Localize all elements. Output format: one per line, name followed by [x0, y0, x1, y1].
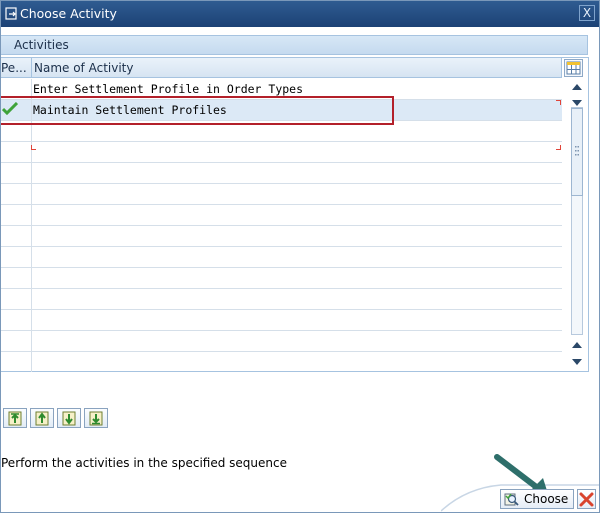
dialog-content: Activities Pe... Name of Activity Enter … — [1, 27, 599, 512]
scrollbar-thumb[interactable] — [571, 108, 583, 196]
vertical-scrollbar[interactable] — [567, 77, 587, 371]
move-up-button[interactable] — [30, 408, 54, 428]
row-status-cell[interactable] — [1, 205, 32, 225]
row-status-cell[interactable] — [1, 289, 32, 309]
move-up-icon — [35, 411, 49, 426]
move-first-icon — [8, 411, 22, 426]
table-row[interactable] — [1, 352, 562, 373]
scroll-up-arrow-icon[interactable] — [572, 83, 582, 91]
row-status-cell[interactable] — [1, 184, 32, 204]
table-row[interactable] — [1, 226, 562, 247]
column-header-status[interactable]: Pe... — [1, 58, 32, 78]
row-status-cell[interactable] — [1, 310, 32, 330]
move-down-button[interactable] — [57, 408, 81, 428]
row-status-cell[interactable] — [1, 142, 32, 162]
table-row[interactable] — [1, 331, 562, 352]
move-down-icon — [62, 411, 76, 426]
row-status-cell[interactable] — [1, 163, 32, 183]
table-settings-icon[interactable] — [564, 59, 583, 77]
scroll-page-up-arrow-icon[interactable] — [572, 341, 582, 349]
selection-corner — [31, 145, 36, 150]
row-status-cell[interactable] — [1, 352, 32, 372]
scroll-down-arrow-icon[interactable] — [572, 358, 582, 366]
row-status-cell[interactable] — [1, 247, 32, 267]
scroll-page-down-arrow-icon[interactable] — [572, 99, 582, 107]
row-status-cell[interactable] — [1, 331, 32, 351]
table-row[interactable] — [1, 268, 562, 289]
cancel-icon — [579, 492, 594, 507]
cancel-button[interactable] — [577, 489, 596, 509]
table-row[interactable] — [1, 142, 562, 163]
choose-icon — [504, 493, 519, 506]
table-row[interactable] — [1, 289, 562, 310]
table-row[interactable] — [1, 247, 562, 268]
instruction-text: Perform the activities in the specified … — [1, 456, 287, 470]
close-icon[interactable]: X — [579, 5, 595, 21]
column-header-name[interactable]: Name of Activity — [32, 58, 562, 78]
selection-corner — [556, 100, 561, 105]
activities-panel-header: Activities — [1, 35, 588, 55]
move-last-icon — [89, 411, 103, 426]
move-last-button[interactable] — [84, 408, 108, 428]
scrollbar-track[interactable] — [571, 107, 583, 335]
move-first-button[interactable] — [3, 408, 27, 428]
row-status-cell[interactable] — [1, 268, 32, 288]
table-row[interactable] — [1, 205, 562, 226]
highlight-annotation — [1, 96, 394, 125]
grip-icon — [575, 146, 579, 156]
choose-button-label: Choose — [524, 492, 569, 506]
choose-button[interactable]: Choose — [500, 489, 574, 509]
table-row[interactable] — [1, 163, 562, 184]
window-title: Choose Activity — [20, 6, 117, 21]
dialog-icon — [5, 7, 17, 20]
title-bar: Choose Activity X — [1, 1, 599, 27]
row-status-cell[interactable] — [1, 226, 32, 246]
table-row[interactable] — [1, 184, 562, 205]
table-row[interactable] — [1, 310, 562, 331]
selection-corner — [556, 145, 561, 150]
